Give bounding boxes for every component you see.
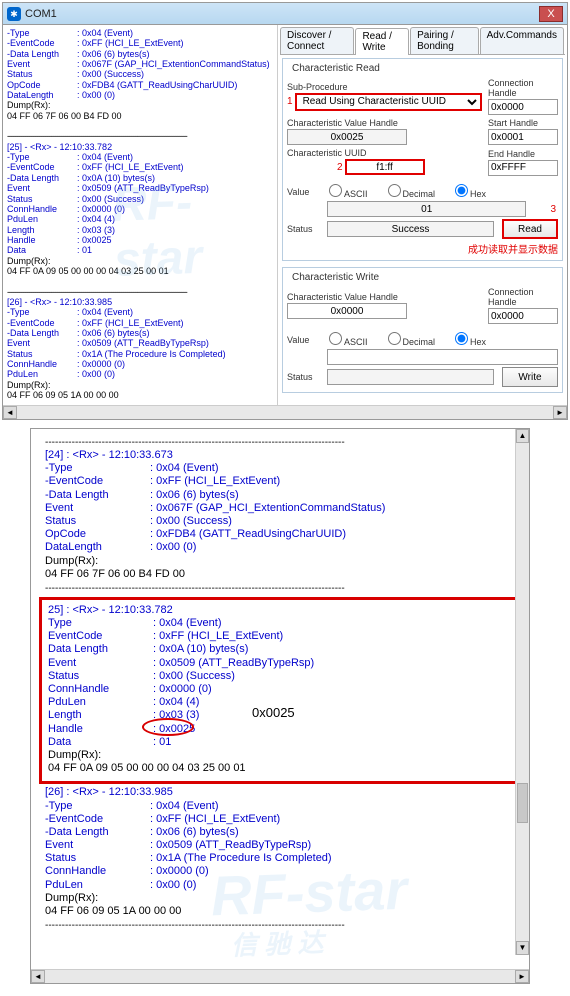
decimal-radio[interactable] [388, 184, 401, 197]
scroll-left-icon[interactable]: ◄ [3, 406, 17, 419]
read-value-display [327, 201, 526, 217]
char-read-title: Characteristic Read [289, 63, 383, 74]
ascii-radio[interactable] [329, 184, 342, 197]
sub-procedure-label: Sub-Procedure [287, 82, 482, 92]
doc-window: RF-star 信 驰 达 --------------------------… [30, 428, 530, 984]
highlight-box-25: 25] : <Rx> - 12:10:33.782Type: 0x04 (Eve… [39, 597, 521, 784]
chinese-note: 成功读取并显示数据 [287, 241, 558, 256]
doc-scroll-left-icon[interactable]: ◄ [31, 970, 45, 983]
sub-procedure-select[interactable]: Read Using Characteristic UUID [295, 93, 482, 111]
separator: ----------------------------------------… [45, 437, 515, 449]
right-panel: 信 驰 达 Discover / Connect Read / Write Pa… [278, 25, 567, 405]
annotation-2: 2 [337, 162, 343, 173]
scroll-right-icon[interactable]: ► [553, 406, 567, 419]
decimal-radio-label[interactable]: Decimal [386, 184, 436, 199]
write-button[interactable]: Write [502, 367, 558, 387]
write-hex-radio-label[interactable]: Hex [453, 332, 486, 347]
write-decimal-radio[interactable] [388, 332, 401, 345]
write-conn-handle-input[interactable] [488, 308, 558, 324]
tab-adv[interactable]: Adv.Commands [480, 27, 564, 54]
value-label: Value [287, 187, 327, 197]
char-uuid-label: Characteristic UUID [287, 148, 482, 158]
log-area[interactable]: -Type: 0x04 (Event)-EventCode: 0xFF (HCI… [3, 25, 277, 405]
doc-h-scrollbar[interactable]: ◄ ► [31, 969, 529, 983]
titlebar[interactable]: ✱ COM1 X [3, 3, 567, 25]
scroll-up-icon[interactable]: ▲ [516, 429, 529, 443]
write-char-value-handle-input[interactable] [287, 303, 407, 319]
v-scrollbar[interactable]: ▲ ▼ [515, 429, 529, 955]
char-write-group: Characteristic Write Characteristic Valu… [282, 267, 563, 393]
app-window: ✱ COM1 X RF-star -Type: 0x04 (Event)-Eve… [2, 2, 568, 420]
hex-radio-label[interactable]: Hex [453, 184, 486, 199]
bluetooth-icon: ✱ [7, 7, 21, 21]
window-title: COM1 [25, 8, 539, 20]
scroll-down-icon[interactable]: ▼ [516, 941, 529, 955]
v-scroll-track[interactable] [516, 443, 529, 941]
read-status-display [327, 221, 494, 237]
write-ascii-radio-label[interactable]: ASCII [327, 332, 368, 347]
log-entry-26: [26] : <Rx> - 12:10:33.985-Type: 0x04 (E… [45, 786, 515, 918]
log-entry-25: 25] : <Rx> - 12:10:33.782Type: 0x04 (Eve… [48, 604, 512, 775]
annotation-1: 1 [287, 96, 293, 107]
handle-annotation-text: 0x0025 [252, 705, 295, 721]
doc-scroll-track[interactable] [45, 970, 515, 983]
tab-pairing[interactable]: Pairing / Bonding [410, 27, 479, 54]
read-button[interactable]: Read [502, 219, 558, 239]
status-label: Status [287, 224, 327, 234]
write-status-label: Status [287, 372, 327, 382]
ascii-radio-label[interactable]: ASCII [327, 184, 368, 199]
scroll-track[interactable] [17, 406, 553, 419]
hex-radio[interactable] [455, 184, 468, 197]
annotation-3: 3 [550, 204, 556, 215]
window-body: RF-star -Type: 0x04 (Event)-EventCode: 0… [3, 25, 567, 405]
char-read-group: Characteristic Read Sub-Procedure 1 Read… [282, 58, 563, 261]
char-value-handle-input[interactable] [287, 129, 407, 145]
tab-bar: Discover / Connect Read / Write Pairing … [280, 27, 565, 55]
write-hex-radio[interactable] [455, 332, 468, 345]
end-handle-label: End Handle [488, 149, 558, 159]
write-char-value-handle-label: Characteristic Value Handle [287, 292, 482, 302]
log-entry-24: [24] : <Rx> - 12:10:33.673-Type: 0x04 (E… [45, 449, 515, 581]
write-status-display [327, 369, 494, 385]
write-conn-handle-label: Connection Handle [488, 287, 558, 307]
tab-readwrite[interactable]: Read / Write [355, 28, 409, 55]
conn-handle-label: Connection Handle [488, 78, 558, 98]
char-uuid-input[interactable] [345, 159, 425, 175]
write-value-label: Value [287, 335, 327, 345]
char-write-title: Characteristic Write [289, 272, 382, 283]
h-scrollbar[interactable]: ◄ ► [3, 405, 567, 419]
write-value-input[interactable] [327, 349, 558, 365]
write-ascii-radio[interactable] [329, 332, 342, 345]
log-panel: RF-star -Type: 0x04 (Event)-EventCode: 0… [3, 25, 278, 405]
separator: ----------------------------------------… [45, 920, 515, 932]
start-handle-input[interactable] [488, 129, 558, 145]
doc-scroll-right-icon[interactable]: ► [515, 970, 529, 983]
doc-body[interactable]: RF-star 信 驰 达 --------------------------… [31, 429, 529, 969]
separator: ----------------------------------------… [45, 583, 515, 595]
end-handle-input[interactable] [488, 160, 558, 176]
tab-discover[interactable]: Discover / Connect [280, 27, 354, 54]
watermark-sub-2: 信 驰 达 [230, 927, 323, 961]
v-scroll-thumb[interactable] [517, 783, 528, 823]
close-button[interactable]: X [539, 6, 563, 22]
write-decimal-radio-label[interactable]: Decimal [386, 332, 436, 347]
conn-handle-input[interactable] [488, 99, 558, 115]
char-value-handle-label: Characteristic Value Handle [287, 118, 482, 128]
start-handle-label: Start Handle [488, 118, 558, 128]
